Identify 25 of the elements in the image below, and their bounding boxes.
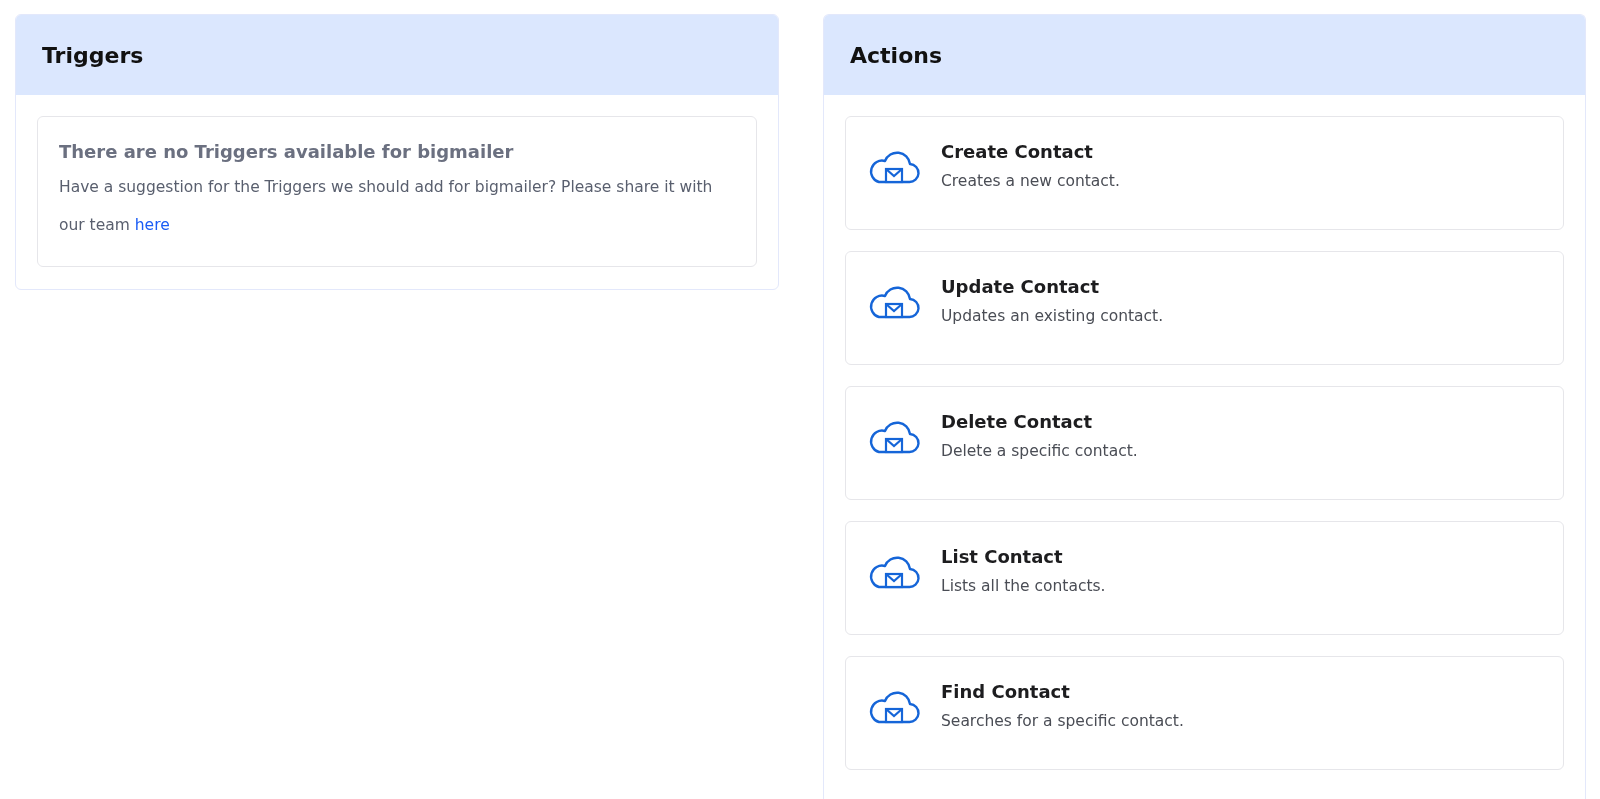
cloud-mail-icon xyxy=(867,689,921,725)
action-card[interactable]: Find Contact Searches for a specific contact. xyxy=(845,656,1564,770)
action-card[interactable]: Create Contact Creates a new contact. xyxy=(845,116,1564,230)
action-description: Lists all the contacts. xyxy=(941,577,1106,595)
empty-state-message: Have a suggestion for the Triggers we should add for bigmailer? Please share it with our team here xyxy=(59,177,714,236)
empty-state-title: There are no Triggers available for bigmailer xyxy=(59,141,515,162)
cloud-mail-icon xyxy=(867,284,921,320)
here-link[interactable]: here xyxy=(134,216,170,234)
action-description: Creates a new contact. xyxy=(941,172,1120,190)
action-description: Updates an existing contact. xyxy=(941,307,1164,325)
panel-title: Triggers xyxy=(42,42,144,68)
action-description: Delete a specific contact. xyxy=(941,442,1138,460)
action-name: List Contact xyxy=(941,546,1064,567)
cloud-mail-icon xyxy=(867,554,921,590)
cloud-mail-icon xyxy=(867,149,921,185)
action-card[interactable]: Update Contact Updates an existing contact. xyxy=(845,251,1564,365)
panel-title: Actions xyxy=(850,42,942,68)
action-name: Find Contact xyxy=(941,681,1071,702)
action-description: Searches for a specific contact. xyxy=(941,712,1184,730)
action-card[interactable]: Delete Contact Delete a specific contact. xyxy=(845,386,1564,500)
action-name: Update Contact xyxy=(941,276,1101,297)
action-name: Delete Contact xyxy=(941,411,1094,432)
cloud-mail-icon xyxy=(867,419,921,455)
action-name: Create Contact xyxy=(941,141,1094,162)
action-card[interactable]: List Contact Lists all the contacts. xyxy=(845,521,1564,635)
